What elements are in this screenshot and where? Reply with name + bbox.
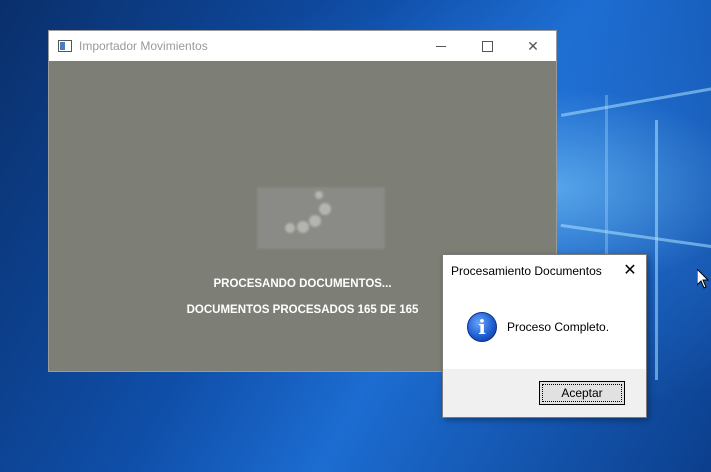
wallpaper-light-beam (655, 120, 658, 380)
spinner-dot (315, 191, 323, 199)
completion-dialog: Procesamiento Documentos ✕ i Proceso Com… (442, 254, 647, 418)
dialog-footer: Aceptar (443, 369, 646, 417)
loading-spinner (257, 187, 385, 249)
wallpaper-light-beam (560, 223, 711, 250)
spinner-dot (309, 215, 321, 227)
dialog-close-button[interactable]: ✕ (614, 255, 646, 285)
close-icon: ✕ (623, 262, 637, 279)
maximize-icon (481, 40, 493, 52)
dialog-message: Proceso Completo. (507, 320, 610, 334)
spinner-dot (285, 223, 295, 233)
accept-button[interactable]: Aceptar (539, 381, 625, 405)
minimize-button[interactable] (418, 31, 464, 61)
app-icon (58, 40, 72, 52)
info-icon: i (467, 312, 497, 342)
close-button[interactable]: ✕ (510, 31, 556, 61)
minimize-icon (436, 45, 446, 47)
spinner-dot (319, 203, 331, 215)
window-title: Importador Movimientos (79, 39, 208, 53)
dialog-title: Procesamiento Documentos (451, 264, 602, 278)
close-icon: ✕ (527, 37, 539, 54)
mouse-cursor-icon (697, 269, 709, 289)
wallpaper-light-beam (560, 86, 711, 117)
maximize-button[interactable] (464, 31, 510, 61)
spinner-dot (297, 221, 309, 233)
dialog-body: i Proceso Completo. (443, 285, 646, 369)
window-titlebar[interactable]: Importador Movimientos ✕ (49, 31, 556, 61)
